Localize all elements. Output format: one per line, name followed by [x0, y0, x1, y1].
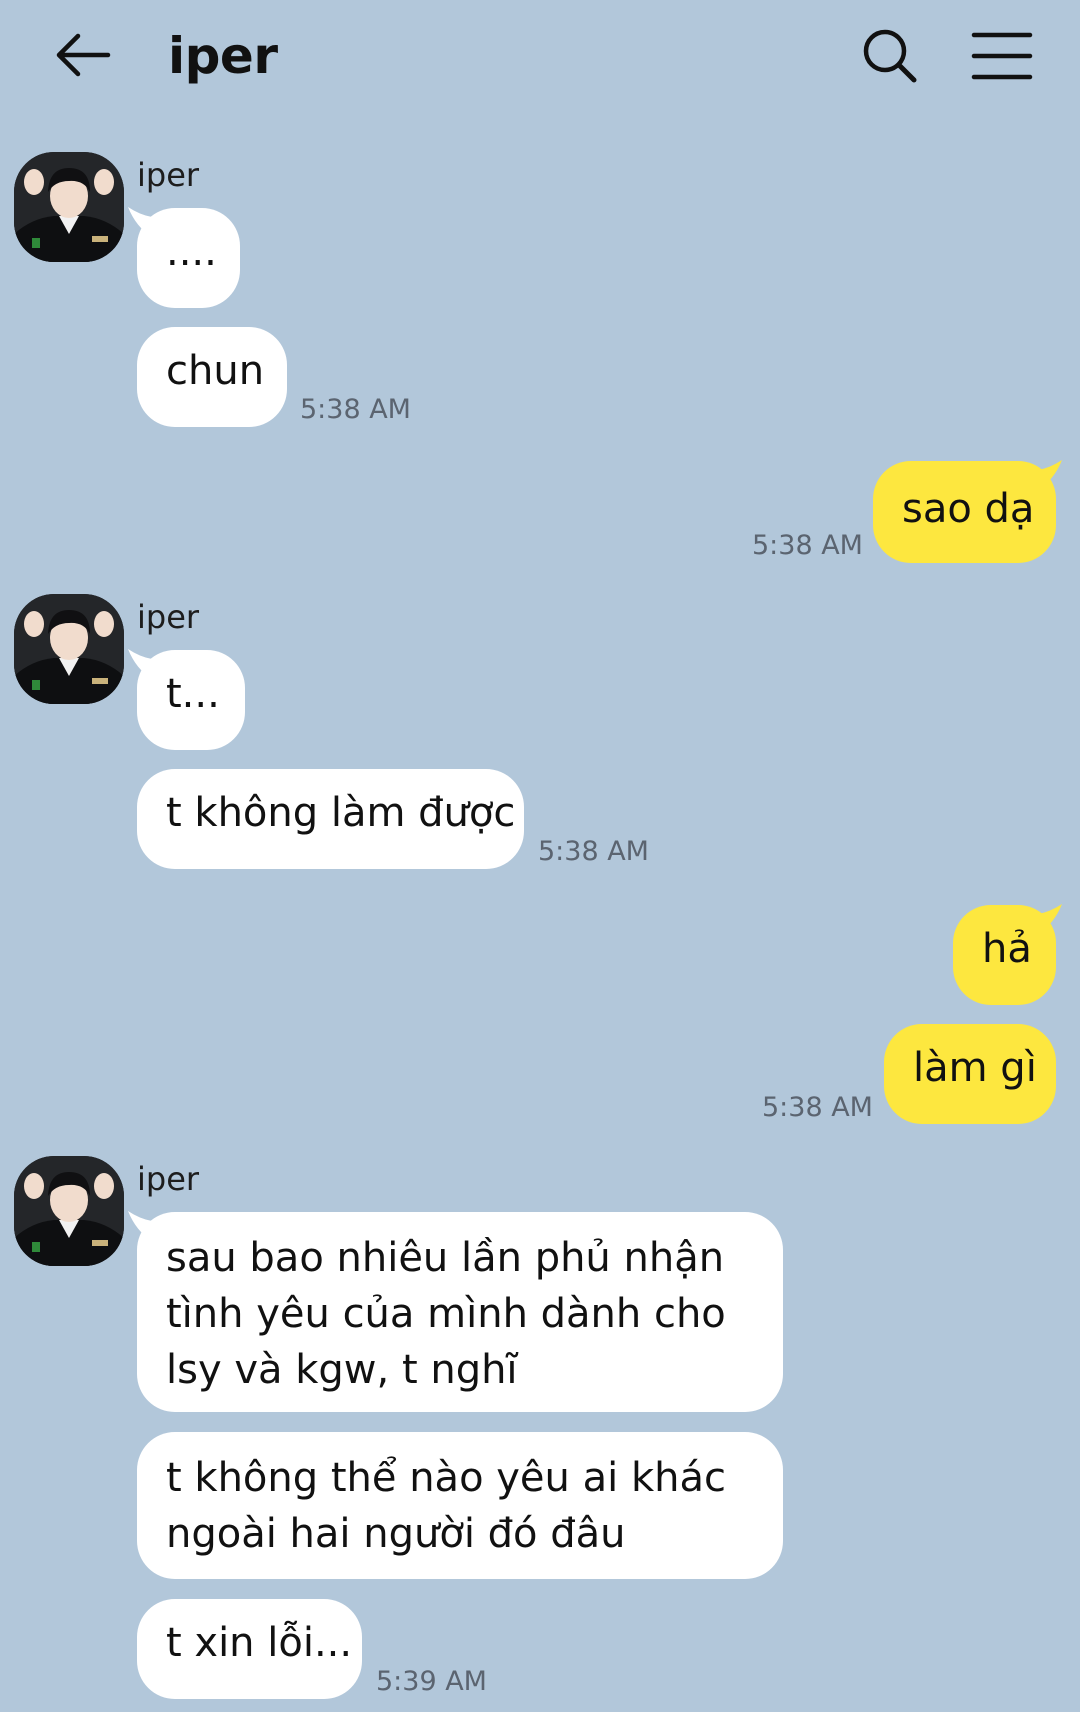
message-time: 5:38 AM — [752, 530, 863, 561]
search-button[interactable] — [858, 24, 922, 88]
message-time: 5:38 AM — [538, 836, 649, 867]
sender-name: iper — [137, 598, 200, 636]
message-bubble[interactable]: sao dạ — [873, 461, 1056, 563]
avatar[interactable] — [14, 594, 124, 704]
message-bubble[interactable]: hả — [953, 905, 1056, 1005]
message-bubble[interactable]: t xin lỗi... — [137, 1599, 362, 1699]
message-time: 5:39 AM — [376, 1666, 487, 1697]
sender-name: iper — [137, 156, 200, 194]
message-bubble[interactable]: t không thể nào yêu ai khác ngoài hai ng… — [137, 1432, 783, 1579]
chat-title: iper — [168, 27, 278, 85]
hamburger-menu-icon — [971, 32, 1033, 80]
avatar-image — [14, 594, 124, 704]
message-time: 5:38 AM — [300, 394, 411, 425]
avatar[interactable] — [14, 1156, 124, 1266]
avatar[interactable] — [14, 152, 124, 262]
message-bubble[interactable]: t... — [137, 650, 245, 750]
chat-header: iper — [0, 0, 1080, 120]
message-bubble[interactable]: .... — [137, 208, 240, 308]
message-bubble[interactable]: làm gì — [884, 1024, 1056, 1124]
message-bubble[interactable]: chun — [137, 327, 287, 427]
menu-button[interactable] — [970, 26, 1034, 86]
search-icon — [863, 29, 917, 83]
back-button[interactable] — [50, 22, 114, 86]
message-time: 5:38 AM — [762, 1092, 873, 1123]
sender-name: iper — [137, 1160, 200, 1198]
message-bubble[interactable]: sau bao nhiêu lần phủ nhận tình yêu của … — [137, 1212, 783, 1412]
arrow-left-icon — [56, 33, 111, 77]
avatar-image — [14, 1156, 124, 1266]
message-bubble[interactable]: t không làm được — [137, 769, 524, 869]
avatar-image — [14, 152, 124, 262]
